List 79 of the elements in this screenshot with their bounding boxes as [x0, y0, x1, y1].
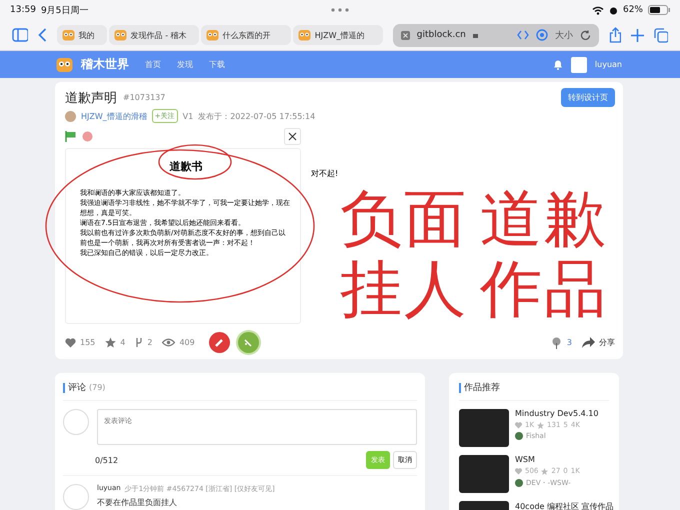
fork-count: 2 — [147, 338, 152, 347]
nav-link[interactable]: 发现 — [177, 59, 193, 70]
magic-wand-button[interactable] — [238, 332, 259, 353]
owl-logo-icon[interactable] — [56, 56, 73, 72]
author-avatar[interactable] — [65, 110, 76, 122]
text-size-button[interactable]: 大小 — [555, 28, 573, 42]
user-menu[interactable]: luyuan — [594, 60, 622, 69]
sidebar-icon[interactable] — [12, 28, 28, 42]
stop-icon[interactable] — [82, 131, 93, 142]
avatar-icon — [515, 432, 523, 440]
thumbnail-placeholder[interactable] — [459, 455, 509, 493]
author-link[interactable]: HJZW_懵逼的滑稽 — [81, 110, 147, 122]
battery-percent: 62% — [622, 5, 643, 15]
eye-icon — [162, 338, 176, 347]
share-button[interactable]: 分享 — [599, 337, 615, 348]
avatar-icon — [63, 484, 89, 510]
code-icon[interactable] — [517, 30, 529, 40]
version-label: V1 — [182, 112, 194, 120]
battery-icon — [648, 5, 670, 15]
close-icon[interactable] — [400, 30, 410, 40]
share-icon[interactable] — [609, 27, 622, 43]
handwritten-annotation: 挂人 — [340, 258, 468, 320]
extension-icon[interactable] — [536, 29, 548, 41]
owl-icon — [206, 29, 219, 41]
address-bar[interactable]: gitblock.cn 大小 — [392, 24, 599, 46]
reload-icon[interactable] — [580, 30, 591, 40]
heart-icon — [515, 468, 522, 474]
site-logo[interactable]: 稽木世界 — [81, 56, 129, 73]
status-date: 9月5日周一 — [40, 4, 88, 16]
publish-date: 发布于：2022-07-05 17:55:14 — [198, 110, 316, 122]
star-icon — [537, 422, 544, 428]
like-count: 155 — [80, 338, 96, 347]
back-icon[interactable] — [38, 28, 47, 42]
nav-link[interactable]: 首页 — [145, 59, 161, 70]
browser-tab[interactable]: HJZW_懵逼的 — [292, 25, 383, 45]
plus-icon[interactable] — [631, 28, 644, 42]
star-count: 4 — [120, 338, 126, 347]
avatar-icon[interactable] — [570, 56, 587, 72]
star-icon — [541, 468, 548, 474]
nav-link[interactable]: 下载 — [209, 59, 225, 70]
handwritten-annotation: 道歉 — [480, 188, 608, 250]
more-icon[interactable] — [331, 8, 350, 12]
owl-icon — [62, 29, 75, 41]
post-id: #1073137 — [123, 93, 166, 102]
view-count: 409 — [179, 338, 195, 347]
tabs-icon[interactable] — [654, 28, 668, 42]
bell-icon[interactable] — [552, 59, 563, 70]
remix-count[interactable]: 3 — [566, 338, 572, 347]
url-text: gitblock.cn — [416, 30, 466, 40]
avatar-icon — [515, 479, 523, 487]
avatar-icon — [63, 409, 89, 435]
project-title[interactable]: Mindustry Dev5.4.10 — [515, 409, 598, 418]
browser-tab[interactable]: 发现作品 - 稽木 — [108, 25, 199, 45]
stage-heading: 道歉书 — [168, 159, 204, 174]
post-title: 道歉声明 — [65, 90, 117, 106]
share-arrow-icon[interactable] — [582, 337, 595, 348]
handwritten-annotation: 作品 — [480, 258, 608, 320]
project-title[interactable]: WSM — [515, 455, 580, 464]
flag-icon[interactable] — [65, 131, 76, 142]
wand-icon — [243, 338, 254, 348]
stage-side-text: 对不起! — [311, 168, 338, 179]
owl-icon — [114, 29, 127, 41]
browser-tab[interactable]: 什么东西的开 — [200, 25, 291, 45]
comments-title: 评论 — [68, 382, 86, 394]
char-counter: 0/512 — [95, 456, 118, 464]
owl-icon — [298, 29, 311, 41]
heart-icon[interactable] — [65, 338, 76, 348]
handwritten-annotation: 负面 — [340, 188, 468, 250]
design-page-button[interactable]: 转到设计页 — [561, 88, 615, 107]
status-time: 13:59 — [10, 5, 36, 15]
heart-icon — [515, 422, 522, 428]
wifi-icon — [592, 6, 604, 14]
fullscreen-icon[interactable] — [284, 128, 301, 145]
comment-count: (79) — [89, 383, 106, 392]
browser-tab[interactable]: 我的 — [56, 25, 107, 45]
recommendations-title: 作品推荐 — [464, 382, 500, 394]
thumbnail-placeholder[interactable] — [459, 409, 509, 447]
star-icon[interactable] — [105, 337, 116, 348]
comment-text: 不要在作品里负面挂人 — [97, 497, 178, 508]
